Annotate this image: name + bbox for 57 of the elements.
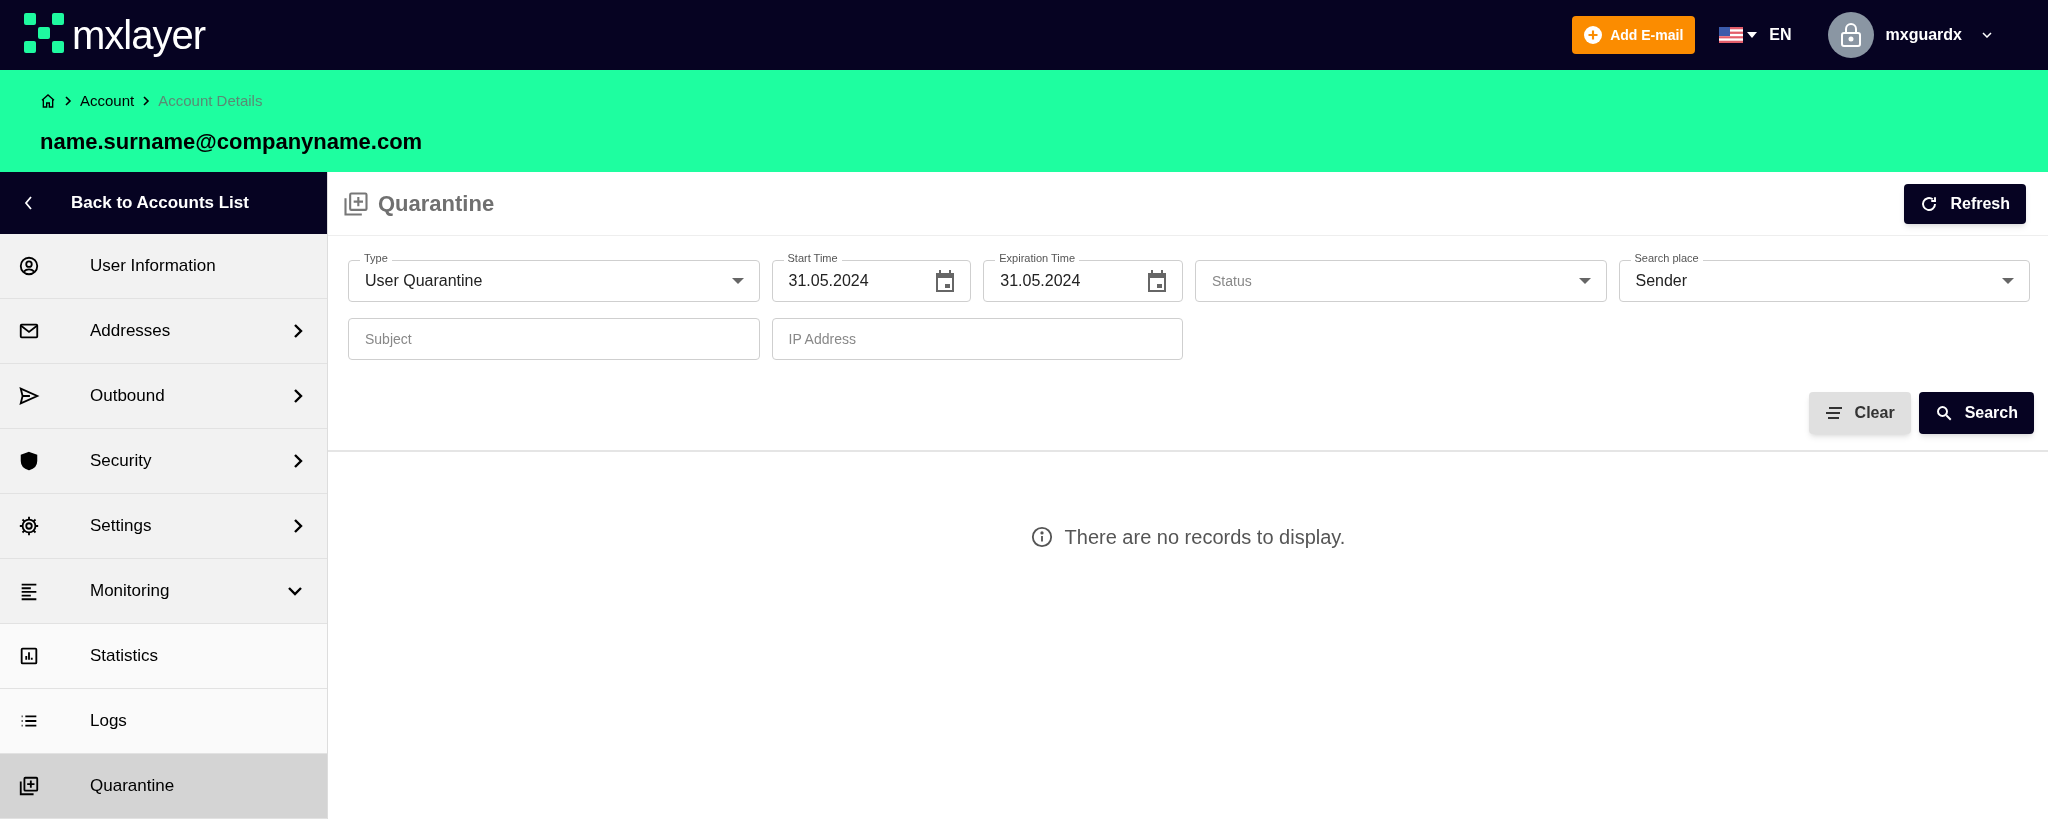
quarantine-icon xyxy=(342,189,370,218)
breadcrumb-current: Account Details xyxy=(158,91,263,111)
sidebar-item[interactable]: Settings xyxy=(0,494,327,559)
input-field[interactable]: IP Address xyxy=(771,318,1183,360)
refresh-icon xyxy=(1920,194,1939,213)
quarantine-icon xyxy=(18,775,40,797)
calendar-icon xyxy=(935,270,956,292)
search-icon xyxy=(1934,404,1953,422)
chevron-right-icon xyxy=(293,388,303,404)
chevron-right-icon xyxy=(293,323,303,339)
us-flag-icon[interactable] xyxy=(1719,27,1744,43)
sidebar-item[interactable]: User Information xyxy=(0,234,327,299)
sidebar-item[interactable]: Outbound xyxy=(0,364,327,429)
dropdown-arrow-icon xyxy=(2002,278,2014,284)
sidebar-item[interactable]: Security xyxy=(0,429,327,494)
chevron-down-icon xyxy=(287,586,303,596)
page-title: Quarantine xyxy=(378,190,495,218)
sidebar-item[interactable]: Addresses xyxy=(0,299,327,364)
gear-icon xyxy=(18,515,40,537)
dropdown-arrow-icon xyxy=(731,278,744,284)
chevron-right-icon xyxy=(64,95,72,108)
user-circle-icon xyxy=(18,255,40,277)
avatar[interactable] xyxy=(1827,12,1874,58)
breadcrumb-link[interactable]: Account xyxy=(80,90,135,113)
caret-icon[interactable] xyxy=(1747,32,1758,38)
clear-button[interactable]: Clear xyxy=(1808,392,1911,434)
lock-icon xyxy=(1839,23,1862,47)
logo-text: mxlayer xyxy=(72,15,206,55)
field-label: Search place xyxy=(1630,251,1703,266)
plus-circle-icon xyxy=(1584,26,1603,44)
input-field[interactable]: Subject xyxy=(348,318,760,360)
sidebar-item[interactable]: Logs xyxy=(0,689,327,754)
dropdown-arrow-icon xyxy=(1578,278,1591,284)
calendar-icon xyxy=(1147,270,1167,292)
field-label: Type xyxy=(360,251,392,266)
home-icon[interactable] xyxy=(40,93,56,110)
chevron-right-icon xyxy=(293,453,303,469)
paper-plane-icon xyxy=(18,385,40,407)
chevron-right-icon xyxy=(142,95,151,108)
field-label: Expiration Time xyxy=(995,251,1080,266)
search-button[interactable]: Search xyxy=(1918,392,2034,434)
sidebar-item[interactable]: Statistics xyxy=(0,624,327,689)
chevron-right-icon xyxy=(293,518,303,534)
lines-icon xyxy=(1824,407,1843,419)
sidebar-item[interactable]: Monitoring xyxy=(0,559,327,624)
chevron-down-icon[interactable] xyxy=(1982,32,1992,38)
user-name[interactable]: mxguardx xyxy=(1885,23,1962,47)
back-to-accounts-button[interactable]: Back to Accounts List xyxy=(0,172,327,234)
refresh-button[interactable]: Refresh xyxy=(1904,183,2026,224)
account-email: name.surname@companyname.com xyxy=(40,127,424,156)
bar-chart-icon xyxy=(18,645,40,667)
sidebar-item[interactable]: Quarantine xyxy=(0,754,327,819)
empty-message: There are no records to display. xyxy=(1064,525,1346,550)
language-code[interactable]: EN xyxy=(1769,23,1792,47)
dropdown-field[interactable]: Status xyxy=(1195,260,1607,302)
info-icon xyxy=(1030,526,1053,548)
shield-icon xyxy=(18,450,40,472)
